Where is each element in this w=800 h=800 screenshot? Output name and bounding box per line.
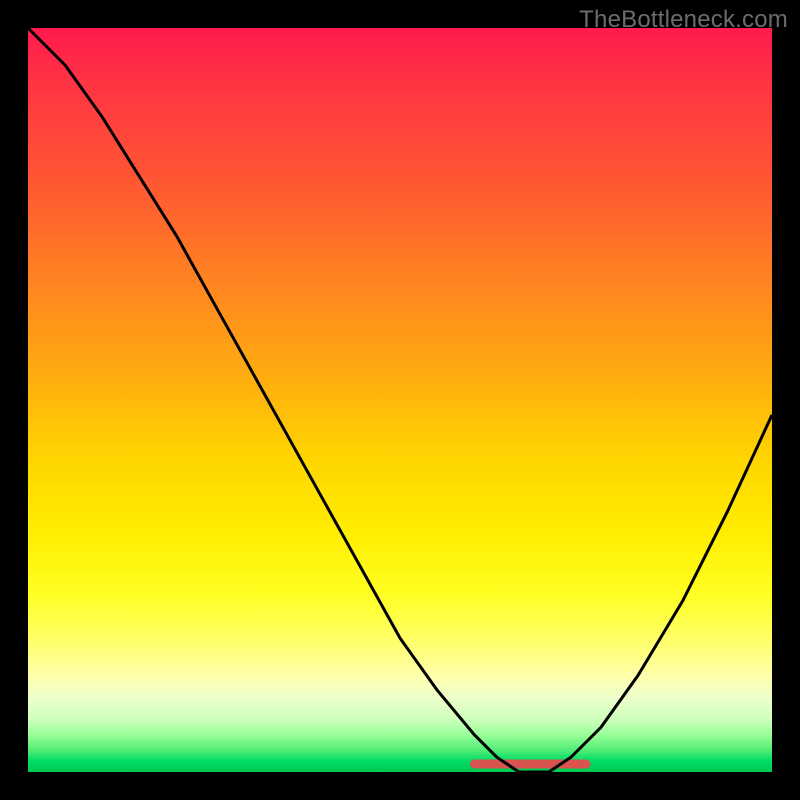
gradient-plot-area — [28, 28, 772, 772]
bottleneck-curve — [28, 28, 772, 772]
watermark-text: TheBottleneck.com — [579, 6, 788, 34]
curve-layer — [28, 28, 772, 772]
chart-frame: TheBottleneck.com — [0, 0, 800, 800]
